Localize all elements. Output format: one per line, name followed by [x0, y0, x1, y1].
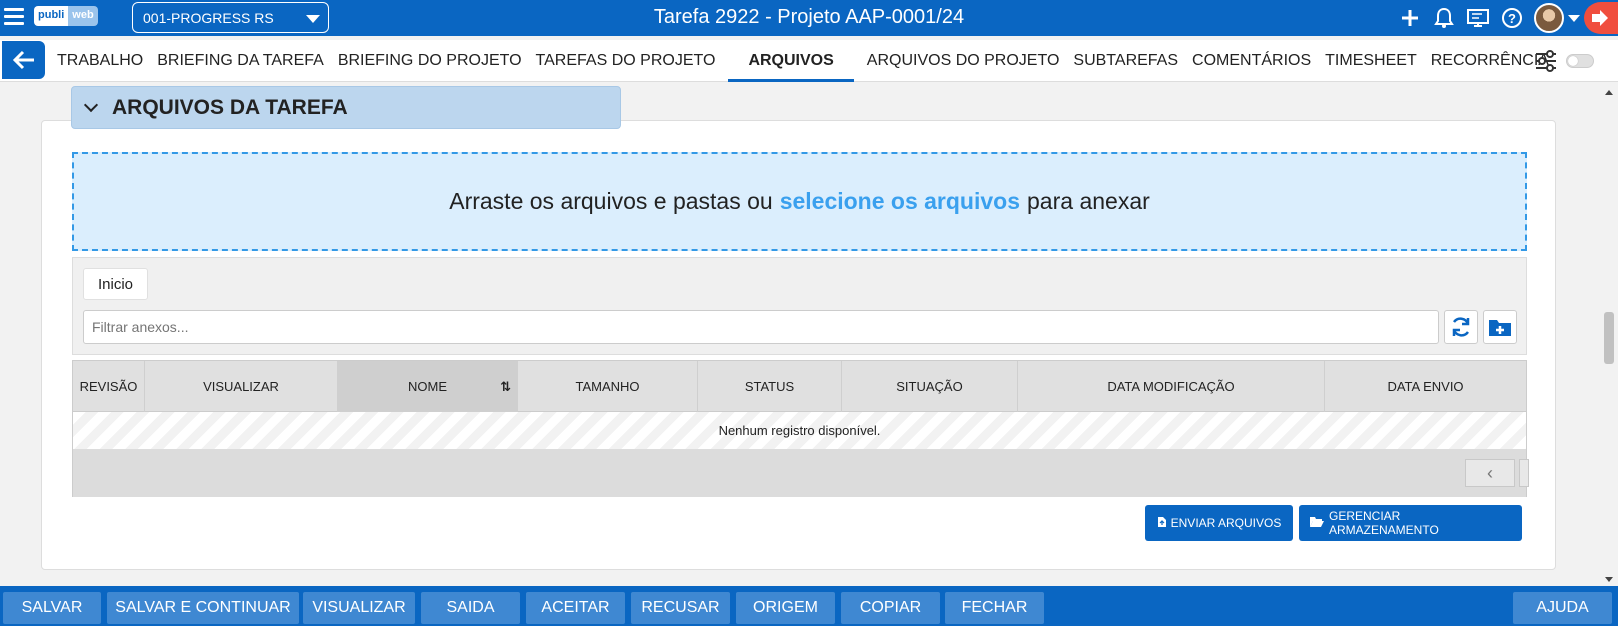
page-title: Tarefa 2922 - Projeto AAP-0001/24 — [653, 6, 965, 28]
scroll-down-icon[interactable] — [1605, 577, 1613, 582]
back-button[interactable] — [2, 41, 45, 79]
new-folder-button[interactable] — [1483, 310, 1517, 344]
tab-comentarios[interactable]: COMENTÁRIOS — [1185, 40, 1318, 82]
dropzone-text-before: Arraste os arquivos e pastas ou — [449, 188, 773, 214]
pager-prev-button[interactable]: ‹ — [1465, 459, 1515, 487]
pager-next-button[interactable] — [1519, 459, 1529, 487]
sort-ascending-icon: ⇅ — [500, 379, 511, 394]
save-and-continue-button[interactable]: SALVAR E CONTINUAR — [107, 592, 299, 624]
file-dropzone[interactable]: Arraste os arquivos e pastas ou selecion… — [72, 152, 1527, 251]
arrow-left-icon — [12, 50, 34, 70]
tab-timesheet[interactable]: TIMESHEET — [1318, 40, 1424, 82]
manage-storage-label: GERENCIAR ARMAZENAMENTO — [1329, 509, 1439, 537]
select-files-link[interactable]: selecione os arquivos — [780, 188, 1020, 215]
exit-button[interactable]: SAIDA — [421, 592, 520, 624]
reject-button[interactable]: RECUSAR — [631, 592, 730, 624]
files-grid: REVISÃO VISUALIZAR NOME ⇅ TAMANHO STATUS… — [72, 360, 1529, 497]
bell-icon[interactable] — [1432, 6, 1456, 30]
tab-trabalho[interactable]: TRABALHO — [50, 40, 150, 82]
save-button[interactable]: SALVAR — [3, 592, 101, 624]
column-header-revisao[interactable]: REVISÃO — [73, 361, 145, 412]
refresh-icon — [1452, 317, 1470, 337]
copy-button[interactable]: COPIAR — [841, 592, 940, 624]
svg-text:?: ? — [1508, 11, 1516, 26]
origin-button[interactable]: ORIGEM — [736, 592, 835, 624]
tab-briefing-do-projeto[interactable]: BRIEFING DO PROJETO — [331, 40, 529, 82]
column-header-status[interactable]: STATUS — [698, 361, 842, 412]
upload-files-label: ENVIAR ARQUIVOS — [1170, 516, 1282, 530]
top-bar: publi web 001-PROGRESS RS Tarefa 2922 - … — [0, 0, 1618, 36]
tab-subtarefas[interactable]: SUBTAREFAS — [1066, 40, 1185, 82]
folder-plus-icon — [1489, 320, 1511, 336]
column-header-data-modificacao[interactable]: DATA MODIFICAÇÃO — [1018, 361, 1325, 412]
refresh-button[interactable] — [1444, 310, 1478, 344]
help-icon[interactable]: ? — [1500, 6, 1524, 30]
column-header-data-envio[interactable]: DATA ENVIO — [1325, 361, 1526, 412]
tab-bar: TRABALHO BRIEFING DA TAREFA BRIEFING DO … — [0, 40, 1618, 82]
view-toggle[interactable] — [1566, 54, 1594, 68]
file-upload-icon — [1157, 516, 1167, 531]
section-header[interactable]: ARQUIVOS DA TAREFA — [71, 86, 621, 129]
grid-empty-message: Nenhum registro disponível. — [73, 412, 1526, 449]
chevron-down-icon — [83, 97, 99, 113]
plus-icon[interactable] — [1398, 6, 1422, 30]
monitor-icon[interactable] — [1466, 6, 1490, 30]
column-header-situacao[interactable]: SITUAÇÃO — [842, 361, 1018, 412]
manage-storage-button[interactable]: GERENCIAR ARMAZENAMENTO — [1299, 505, 1522, 541]
scroll-thumb[interactable] — [1604, 312, 1614, 364]
help-button[interactable]: AJUDA — [1513, 592, 1612, 624]
grid-pager: ‹ — [73, 449, 1529, 497]
preview-button[interactable]: VISUALIZAR — [303, 592, 415, 624]
dropzone-text-after: para anexar — [1027, 188, 1150, 214]
scroll-up-icon[interactable] — [1605, 90, 1613, 95]
avatar[interactable] — [1534, 3, 1564, 33]
tabs: TRABALHO BRIEFING DA TAREFA BRIEFING DO … — [50, 40, 1556, 82]
column-header-tamanho[interactable]: TAMANHO — [518, 361, 698, 412]
column-header-nome[interactable]: NOME ⇅ — [338, 361, 518, 412]
folder-open-icon — [1309, 516, 1325, 531]
section-title: ARQUIVOS DA TAREFA — [112, 95, 348, 119]
bottom-action-bar: SALVAR SALVAR E CONTINUAR VISUALIZAR SAI… — [0, 586, 1618, 626]
tab-arquivos-do-projeto[interactable]: ARQUIVOS DO PROJETO — [860, 40, 1067, 82]
exit-icon[interactable] — [1584, 2, 1618, 34]
column-header-visualizar[interactable]: VISUALIZAR — [145, 361, 338, 412]
sliders-icon[interactable] — [1534, 50, 1558, 72]
chevron-down-icon[interactable] — [1568, 14, 1580, 22]
vertical-scrollbar[interactable] — [1602, 84, 1616, 584]
tab-briefing-da-tarefa[interactable]: BRIEFING DA TAREFA — [150, 40, 331, 82]
file-browser-toolbar: Inicio — [72, 257, 1527, 355]
filter-attachments-input[interactable] — [83, 310, 1439, 344]
tab-arquivos[interactable]: ARQUIVOS — [728, 40, 854, 82]
top-icons: ? — [1388, 0, 1618, 36]
breadcrumb-home[interactable]: Inicio — [83, 268, 149, 300]
upload-files-button[interactable]: ENVIAR ARQUIVOS — [1145, 505, 1293, 541]
column-header-nome-label: NOME — [408, 379, 447, 394]
close-button[interactable]: FECHAR — [945, 592, 1044, 624]
accept-button[interactable]: ACEITAR — [526, 592, 625, 624]
grid-header: REVISÃO VISUALIZAR NOME ⇅ TAMANHO STATUS… — [73, 361, 1526, 412]
tab-tarefas-do-projeto[interactable]: TAREFAS DO PROJETO — [529, 40, 723, 82]
